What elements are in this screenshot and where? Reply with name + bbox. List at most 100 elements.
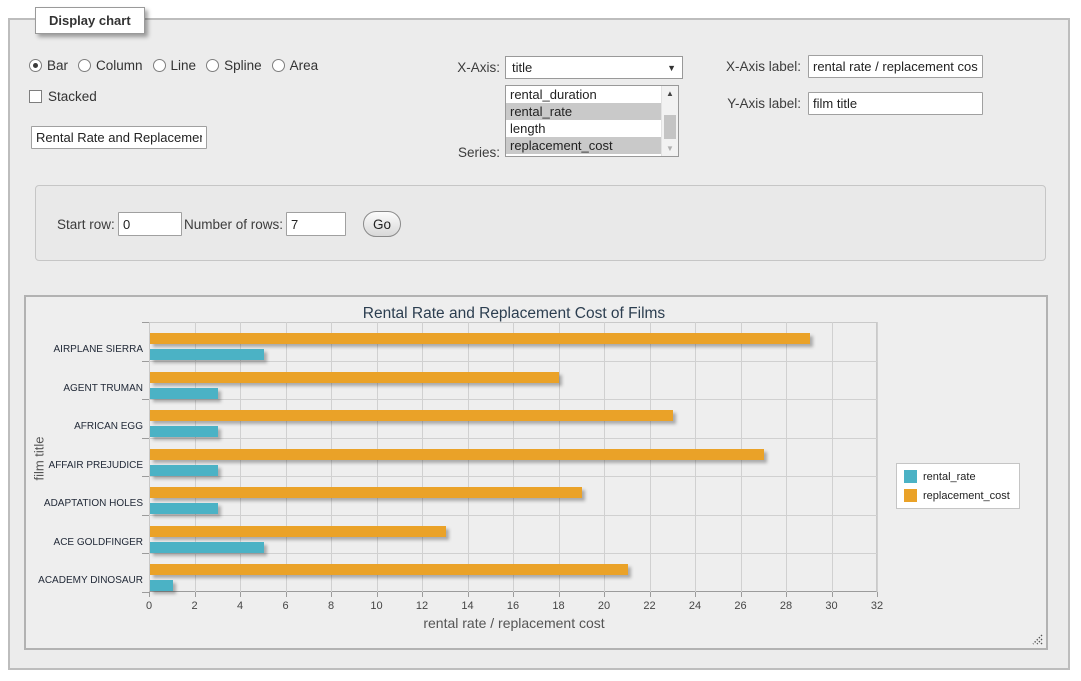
chart-type-radio-line[interactable]: Line: [153, 58, 197, 73]
scroll-up-icon[interactable]: ▲: [662, 86, 678, 101]
gridline-horizontal: [149, 399, 877, 400]
series-option-rental_rate[interactable]: rental_rate: [506, 103, 661, 120]
series-scrollbar[interactable]: ▲ ▼: [661, 86, 678, 156]
gridline-horizontal: [149, 361, 877, 362]
bar-replacement_cost: [150, 564, 628, 575]
x-tick-mark: [650, 592, 651, 597]
stacked-row: Stacked: [29, 89, 97, 104]
bar-rental_rate: [150, 542, 264, 553]
fieldset-legend: Display chart: [35, 7, 145, 34]
chart-type-radio-label: Column: [96, 58, 143, 73]
bar-rental_rate: [150, 465, 218, 476]
bar-replacement_cost: [150, 333, 810, 344]
legend-item: rental_rate: [904, 470, 1010, 483]
bar-rental_rate: [150, 426, 218, 437]
scroll-down-icon[interactable]: ▼: [662, 141, 678, 156]
gridline-vertical: [877, 322, 878, 592]
legend-swatch-rental_rate: [904, 470, 917, 483]
y-category-label: ADAPTATION HOLES: [27, 498, 143, 509]
x-tick-label: 30: [817, 600, 847, 612]
y-tick-mark: [142, 553, 149, 554]
bar-replacement_cost: [150, 526, 446, 537]
bar-rental_rate: [150, 503, 218, 514]
x-tick-mark: [513, 592, 514, 597]
go-button[interactable]: Go: [363, 211, 401, 237]
y-axis-label-input[interactable]: [808, 92, 983, 115]
y-tick-mark: [142, 515, 149, 516]
legend-item: replacement_cost: [904, 489, 1010, 502]
x-axis-select-label: X-Axis:: [420, 60, 500, 75]
x-tick-label: 32: [862, 600, 892, 612]
series-option-replacement_cost[interactable]: replacement_cost: [506, 137, 661, 154]
y-axis-label-label: Y-Axis label:: [700, 96, 801, 111]
y-category-label: ACADEMY DINOSAUR: [27, 575, 143, 586]
x-tick-label: 28: [771, 600, 801, 612]
chart-type-radio-label: Area: [290, 58, 319, 73]
chart-type-radio-bar[interactable]: Bar: [29, 58, 68, 73]
bar-rental_rate: [150, 580, 173, 591]
gridline-horizontal: [149, 476, 877, 477]
legend-label: replacement_cost: [923, 490, 1010, 502]
x-tick-label: 20: [589, 600, 619, 612]
bar-replacement_cost: [150, 449, 764, 460]
chart-legend: rental_rate replacement_cost: [896, 463, 1020, 509]
x-tick-label: 10: [362, 600, 392, 612]
x-tick-mark: [877, 592, 878, 597]
x-axis-label-label: X-Axis label:: [700, 59, 801, 74]
stacked-label: Stacked: [48, 89, 97, 104]
radio-icon: [29, 59, 42, 72]
x-tick-mark: [149, 592, 150, 597]
chart-type-radio-column[interactable]: Column: [78, 58, 143, 73]
chart-type-radio-spline[interactable]: Spline: [206, 58, 262, 73]
x-tick-mark: [604, 592, 605, 597]
resize-grip[interactable]: [1031, 633, 1043, 645]
x-tick-mark: [286, 592, 287, 597]
stacked-checkbox[interactable]: [29, 90, 42, 103]
y-tick-mark: [142, 438, 149, 439]
radio-icon: [78, 59, 91, 72]
chart-type-radio-area[interactable]: Area: [272, 58, 319, 73]
x-tick-mark: [559, 592, 560, 597]
x-tick-mark: [240, 592, 241, 597]
chart-type-radio-group: Bar Column Line Spline Area: [29, 58, 318, 73]
scrollbar-thumb[interactable]: [664, 115, 676, 139]
x-axis-select[interactable]: title ▼: [505, 56, 683, 79]
series-select-label: Series:: [420, 145, 500, 160]
y-category-label: AFRICAN EGG: [27, 421, 143, 432]
start-row-input[interactable]: [118, 212, 182, 236]
chart-type-radio-label: Line: [171, 58, 197, 73]
y-category-label: AIRPLANE SIERRA: [27, 344, 143, 355]
chart-title-input[interactable]: [31, 126, 207, 149]
bar-rental_rate: [150, 388, 218, 399]
y-category-label: ACE GOLDFINGER: [27, 537, 143, 548]
chevron-down-icon: ▼: [667, 63, 676, 73]
x-tick-label: 14: [453, 600, 483, 612]
x-axis-label-input[interactable]: [808, 55, 983, 78]
x-tick-label: 8: [316, 600, 346, 612]
series-multiselect[interactable]: rental_durationrental_ratelengthreplacem…: [505, 85, 679, 157]
y-category-label: AFFAIR PREJUDICE: [27, 460, 143, 471]
series-option-length[interactable]: length: [506, 120, 661, 137]
x-tick-mark: [377, 592, 378, 597]
x-tick-label: 0: [134, 600, 164, 612]
x-axis-title: rental rate / replacement cost: [149, 615, 879, 631]
series-option-rental_duration[interactable]: rental_duration: [506, 86, 661, 103]
x-tick-mark: [422, 592, 423, 597]
y-tick-mark: [142, 322, 149, 323]
legend-label: rental_rate: [923, 471, 976, 483]
radio-icon: [206, 59, 219, 72]
x-axis-selected-value: title: [512, 60, 532, 75]
chart-type-radio-label: Spline: [224, 58, 262, 73]
gridline-horizontal: [149, 515, 877, 516]
x-tick-label: 12: [407, 600, 437, 612]
x-tick-label: 18: [544, 600, 574, 612]
bar-replacement_cost: [150, 372, 559, 383]
start-row-label: Start row:: [57, 217, 115, 232]
y-category-label: AGENT TRUMAN: [27, 383, 143, 394]
radio-icon: [153, 59, 166, 72]
y-tick-mark: [142, 361, 149, 362]
bar-replacement_cost: [150, 487, 582, 498]
chart-title: Rental Rate and Replacement Cost of Film…: [149, 305, 879, 323]
y-tick-mark: [142, 476, 149, 477]
num-rows-input[interactable]: [286, 212, 346, 236]
